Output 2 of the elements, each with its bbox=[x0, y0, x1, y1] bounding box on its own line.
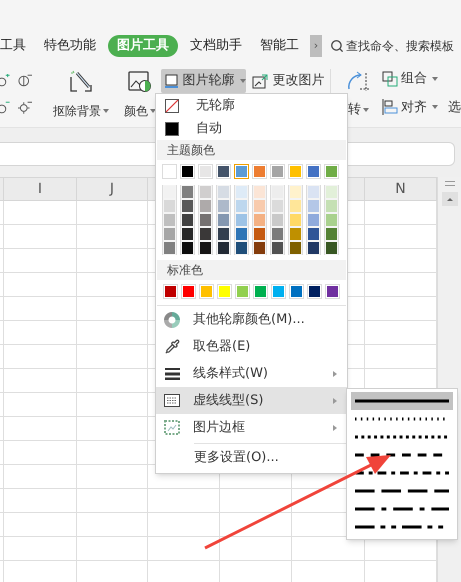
section-header: 主题颜色 bbox=[157, 140, 346, 160]
section-header: 标准色 bbox=[157, 260, 346, 280]
